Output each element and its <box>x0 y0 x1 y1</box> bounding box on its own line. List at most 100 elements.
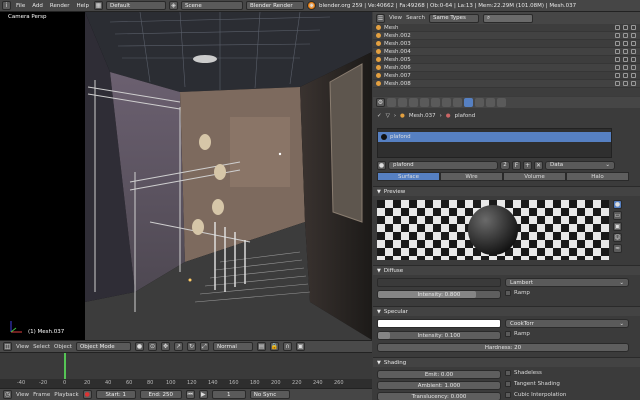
outliner-item[interactable]: Mesh.007 <box>373 72 640 80</box>
menu-frame[interactable]: Frame <box>33 392 50 398</box>
outliner-filter-select[interactable]: Same Types <box>428 13 479 23</box>
tab-surface[interactable]: Surface <box>377 172 440 181</box>
outliner-item[interactable]: Mesh <box>373 24 640 32</box>
checkbox-box[interactable] <box>505 331 511 337</box>
data-tab-icon[interactable] <box>453 98 462 107</box>
material-tab-icon[interactable] <box>464 98 473 107</box>
editor-timeline-icon[interactable]: ◷ <box>3 390 12 399</box>
jump-start-icon[interactable]: ⏮ <box>185 390 195 399</box>
outliner-item[interactable]: Mesh.002 <box>373 32 640 40</box>
material-browse-icon[interactable]: ● <box>377 160 386 170</box>
diffuse-shader-select[interactable]: Lambert ⌄ <box>505 278 629 287</box>
start-frame-field[interactable]: Start: 1 <box>95 390 136 399</box>
3d-viewport[interactable]: Camera Persp (1) Mesh.037 <box>0 12 372 340</box>
material-name-field[interactable]: plafond <box>388 160 498 170</box>
modifiers-tab-icon[interactable] <box>442 98 451 107</box>
menu-render[interactable]: Render <box>48 3 72 9</box>
tab-wire[interactable]: Wire <box>440 172 503 181</box>
visibility-toggles[interactable] <box>615 81 640 86</box>
orientation-select[interactable]: Normal <box>212 342 253 351</box>
menu-outliner-search[interactable]: Search <box>406 15 425 21</box>
layout-select[interactable]: Default <box>106 1 167 10</box>
visibility-toggles[interactable] <box>615 49 640 54</box>
mode-select[interactable]: Object Mode <box>75 342 131 351</box>
material-users-field[interactable]: 2 <box>500 160 510 170</box>
translate-icon[interactable]: ↗ <box>173 342 183 351</box>
properties-editor[interactable]: ✓ ▽ › ● Mesh.037 › ● plafond plafond ● p… <box>373 108 640 400</box>
tangent-shading-checkbox[interactable]: Tangent Shading <box>505 381 640 387</box>
checkbox-box[interactable] <box>505 392 511 398</box>
diffuse-intensity-slider[interactable]: Intensity: 0.800 <box>377 290 501 299</box>
snap-icon[interactable]: ∩ <box>282 342 292 351</box>
render-preview-icon[interactable]: ▣ <box>295 342 305 351</box>
translucency-field[interactable]: Translucency: 0.000 <box>377 392 501 400</box>
unlink-material-icon[interactable]: ✕ <box>534 160 543 170</box>
preview-panel-header[interactable]: ▼ Preview <box>373 186 640 196</box>
specular-color-field[interactable] <box>377 319 501 328</box>
fake-user-icon[interactable]: F <box>512 160 521 170</box>
visibility-toggles[interactable] <box>615 25 640 30</box>
physics-tab-icon[interactable] <box>497 98 506 107</box>
menu-view[interactable]: View <box>16 344 29 350</box>
menu-object[interactable]: Object <box>54 344 72 350</box>
constraints-tab-icon[interactable] <box>431 98 440 107</box>
play-icon[interactable]: ▶ <box>198 390 208 399</box>
rotate-icon[interactable]: ↻ <box>186 342 196 351</box>
editor-outliner-icon[interactable]: ☰ <box>376 13 385 23</box>
preview-cube-icon[interactable]: ▣ <box>613 222 622 231</box>
sync-select[interactable]: No Sync <box>249 390 290 399</box>
shading-panel-header[interactable]: ▼ Shading <box>373 357 640 367</box>
visibility-toggles[interactable] <box>615 65 640 70</box>
outliner-item[interactable]: Mesh.004 <box>373 48 640 56</box>
render-tab-icon[interactable] <box>387 98 396 107</box>
tab-volume[interactable]: Volume <box>503 172 566 181</box>
outliner-item[interactable]: Mesh.008 <box>373 80 640 88</box>
visibility-toggles[interactable] <box>615 41 640 46</box>
diffuse-color-field[interactable] <box>377 278 501 287</box>
pin-icon[interactable]: ✓ <box>377 113 382 119</box>
emit-field[interactable]: Emit: 0.00 <box>377 370 501 379</box>
scale-icon[interactable]: ⤢ <box>199 342 209 351</box>
cubic-interpolation-checkbox[interactable]: Cubic Interpolation <box>505 392 640 398</box>
ambient-field[interactable]: Ambient: 1.000 <box>377 381 501 390</box>
diffuse-panel-header[interactable]: ▼ Diffuse <box>373 265 640 275</box>
record-icon[interactable]: ● <box>82 390 92 399</box>
visibility-toggles[interactable] <box>615 57 640 62</box>
preview-hair-icon[interactable]: ≈ <box>613 244 622 253</box>
material-slot[interactable]: plafond <box>378 132 611 142</box>
end-frame-field[interactable]: End: 250 <box>139 390 182 399</box>
data-link-select[interactable]: Data ⌄ <box>545 160 615 170</box>
current-frame-field[interactable]: 1 <box>211 390 246 399</box>
menu-help[interactable]: Help <box>74 3 91 9</box>
specular-shader-select[interactable]: CookTorr ⌄ <box>505 319 629 328</box>
scene-tab-icon[interactable] <box>398 98 407 107</box>
menu-select[interactable]: Select <box>33 344 50 350</box>
manipulator-icon[interactable]: ✥ <box>160 342 170 351</box>
visibility-toggles[interactable] <box>615 33 640 38</box>
outliner-search-input[interactable]: ⌕ <box>482 13 533 23</box>
timeline-ruler[interactable]: -40 -20 0 20 40 60 80 100 120 140 160 18… <box>0 379 372 388</box>
outliner-item[interactable]: Mesh.003 <box>373 40 640 48</box>
visibility-toggles[interactable] <box>615 73 640 78</box>
preview-monkey-icon[interactable]: ☺ <box>613 233 622 242</box>
object-tab-icon[interactable] <box>420 98 429 107</box>
preview-sphere-icon[interactable]: ● <box>613 200 622 209</box>
menu-add[interactable]: Add <box>30 3 45 9</box>
diffuse-ramp-checkbox[interactable]: Ramp <box>505 290 640 296</box>
menu-outliner-view[interactable]: View <box>389 15 402 21</box>
editor-properties-icon[interactable]: ⚙ <box>376 98 385 107</box>
texture-tab-icon[interactable] <box>475 98 484 107</box>
tab-halo[interactable]: Halo <box>566 172 629 181</box>
shadeless-checkbox[interactable]: Shadeless <box>505 370 640 376</box>
layers-icon[interactable]: ▤ <box>256 342 266 351</box>
render-engine-select[interactable]: Blender Render <box>246 1 305 10</box>
lock-icon[interactable]: 🔒 <box>269 342 279 351</box>
shading-icon[interactable]: ● <box>134 342 144 351</box>
checkbox-box[interactable] <box>505 381 511 387</box>
menu-timeline-view[interactable]: View <box>16 392 29 398</box>
outliner[interactable]: Mesh Mesh.002 Mesh.003 Mesh.004 Mesh.005… <box>373 24 640 96</box>
menu-playback[interactable]: Playback <box>54 392 79 398</box>
preview-plane-icon[interactable]: ▭ <box>613 211 622 220</box>
hardness-field[interactable]: Hardness: 20 <box>377 343 629 352</box>
layout-icon[interactable]: ▦ <box>94 1 104 10</box>
